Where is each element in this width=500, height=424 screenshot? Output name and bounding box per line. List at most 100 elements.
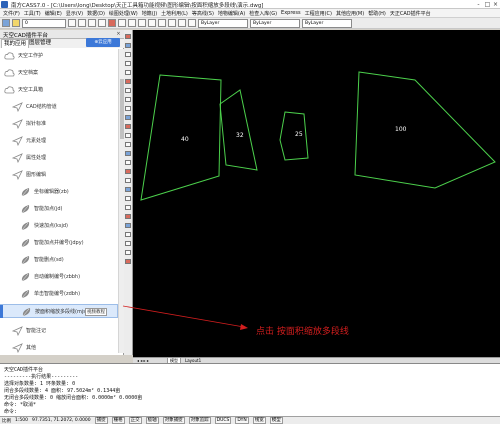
tree-item[interactable]: 其他 — [0, 341, 118, 353]
tree-item[interactable]: 拟针标准 — [0, 117, 118, 131]
tree-item[interactable]: 智能注记 — [0, 324, 118, 338]
polygon-100[interactable] — [354, 71, 496, 189]
tree-item[interactable]: 智能删点(sd) — [0, 253, 118, 267]
tree-item[interactable]: 单击智能编号(zdbh) — [0, 287, 118, 301]
toggle-ortho[interactable]: 正交 — [128, 417, 142, 424]
polygon-icon[interactable] — [125, 61, 131, 66]
copy-icon[interactable] — [125, 205, 131, 210]
panel-close-icon[interactable]: × — [115, 31, 122, 38]
menu-file[interactable]: 文件(F) — [3, 10, 20, 17]
multiline-text-icon[interactable] — [125, 187, 131, 192]
zoom-icon[interactable] — [148, 19, 156, 27]
polygon-32[interactable] — [219, 89, 258, 171]
stop-icon[interactable] — [108, 19, 116, 27]
undo-icon[interactable] — [118, 19, 126, 27]
tree-item[interactable]: 图形编辑 — [0, 168, 118, 182]
gradient-icon[interactable] — [125, 160, 131, 165]
mirror-icon[interactable] — [125, 214, 131, 219]
redo-icon[interactable] — [128, 19, 136, 27]
menu-cadastre[interactable]: 地籍(J) — [142, 10, 157, 17]
tree-item[interactable]: 天空工具箱 — [0, 83, 118, 97]
polyline-icon[interactable] — [125, 52, 131, 57]
make-current-icon[interactable] — [68, 19, 76, 27]
region-icon[interactable] — [125, 169, 131, 174]
menu-tools[interactable]: 工具(T) — [24, 10, 41, 17]
pan-icon[interactable] — [138, 19, 146, 27]
tree-item[interactable]: 智能加点并编号(jdpy) — [0, 236, 118, 250]
layer-state-icon[interactable] — [12, 19, 20, 27]
insert-block-icon[interactable] — [125, 124, 131, 129]
toggle-osnap[interactable]: 对象捕捉 — [162, 417, 185, 424]
tree-item[interactable]: 属性处理 — [0, 151, 118, 165]
scale-icon[interactable] — [125, 259, 131, 264]
menu-plugin[interactable]: 天正CAD插件平台 — [390, 10, 431, 17]
rectangle-icon[interactable] — [125, 70, 131, 75]
video-tutorial-tag[interactable]: 视频教程 — [85, 308, 107, 316]
toggle-lineweight[interactable]: 线宽 — [252, 417, 266, 424]
erase-icon[interactable] — [125, 196, 131, 201]
toggle-snap[interactable]: 捕捉 — [94, 417, 108, 424]
offset-icon[interactable] — [125, 223, 131, 228]
revcloud-icon[interactable] — [125, 97, 131, 102]
tree-item[interactable]: 自动编制编号(zbbh) — [0, 270, 118, 284]
tree-item[interactable]: 智能加点(jd) — [0, 202, 118, 216]
ellipse-icon[interactable] — [125, 115, 131, 120]
close-button[interactable]: × — [491, 0, 500, 9]
spline-icon[interactable] — [125, 106, 131, 111]
tree-item[interactable]: 快速加点(ksjd) — [0, 219, 118, 233]
tree-item[interactable]: 坐标编辑器(zb) — [0, 185, 118, 199]
layer-previous-icon[interactable] — [78, 19, 86, 27]
layer-combo[interactable]: 0 — [22, 18, 66, 28]
tree-item[interactable]: CAD结构管道 — [0, 100, 118, 114]
make-block-icon[interactable] — [125, 133, 131, 138]
scale-value[interactable]: 1:500 — [15, 418, 28, 423]
move-icon[interactable] — [125, 241, 131, 246]
layer-manager-icon[interactable] — [2, 19, 10, 27]
lineweight-combo[interactable]: ByLayer — [250, 18, 300, 28]
toggle-otrack[interactable]: 对象追踪 — [188, 417, 211, 424]
menu-data[interactable]: 数据(D) — [87, 10, 105, 17]
rotate-icon[interactable] — [125, 250, 131, 255]
text-style-icon[interactable] — [98, 19, 106, 27]
linetype-combo[interactable]: ByLayer — [198, 18, 248, 28]
array-icon[interactable] — [125, 232, 131, 237]
cloud-apps-button[interactable]: ⊕云应用 — [86, 38, 120, 47]
zoom-window-icon[interactable] — [158, 19, 166, 27]
menu-express[interactable]: Express — [281, 10, 301, 16]
design-center-icon[interactable] — [188, 19, 196, 27]
point-icon[interactable] — [125, 142, 131, 147]
tab-layer-manager[interactable]: 图层管理 — [27, 39, 53, 48]
tree-item[interactable]: 天空档案 — [0, 66, 118, 80]
toggle-ducs[interactable]: DUCS — [214, 417, 232, 424]
circle-icon[interactable] — [125, 88, 131, 93]
polygon-25[interactable] — [279, 111, 309, 161]
tree-item[interactable]: 按面积缩放多段线(mjsf) 视频教程 — [0, 304, 118, 318]
zoom-previous-icon[interactable] — [168, 19, 176, 27]
minimize-button[interactable]: - — [474, 0, 483, 9]
tab-my-apps[interactable]: 我的应用 — [1, 39, 30, 48]
hatch-icon[interactable] — [125, 151, 131, 156]
tree-item[interactable]: 元素处理 — [0, 134, 118, 148]
arc-icon[interactable] — [125, 79, 131, 84]
command-prompt[interactable]: 命令: — [4, 408, 17, 415]
match-layer-icon[interactable] — [88, 19, 96, 27]
menu-help[interactable]: 帮助(H) — [368, 10, 386, 17]
properties-icon[interactable] — [178, 19, 186, 27]
toggle-dyn[interactable]: DYN — [235, 417, 249, 424]
menu-drawing[interactable]: 绘图处理(W) — [109, 10, 138, 17]
menu-other[interactable]: 其他应用(M) — [336, 10, 364, 17]
construction-line-icon[interactable] — [125, 43, 131, 48]
table-icon[interactable] — [125, 178, 131, 183]
menu-edit[interactable]: 编辑(E) — [45, 10, 62, 17]
color-combo[interactable]: ByLayer — [302, 18, 352, 28]
line-icon[interactable] — [125, 34, 131, 39]
toggle-grid[interactable]: 栅格 — [111, 417, 125, 424]
toggle-model[interactable]: 模型 — [269, 417, 283, 424]
menu-engineering[interactable]: 工程应用(C) — [305, 10, 332, 17]
toggle-polar[interactable]: 极轴 — [145, 417, 159, 424]
drawing-canvas[interactable]: 40 32 25 100 点击 按面积缩放多段线 — [133, 30, 500, 357]
tree-item[interactable]: 天空工作护 — [0, 49, 118, 63]
menu-view[interactable]: 显示(V) — [66, 10, 83, 17]
menu-check[interactable]: 检查入库(G) — [249, 10, 277, 17]
menu-land-use[interactable]: 土地利用(L) — [161, 10, 188, 17]
